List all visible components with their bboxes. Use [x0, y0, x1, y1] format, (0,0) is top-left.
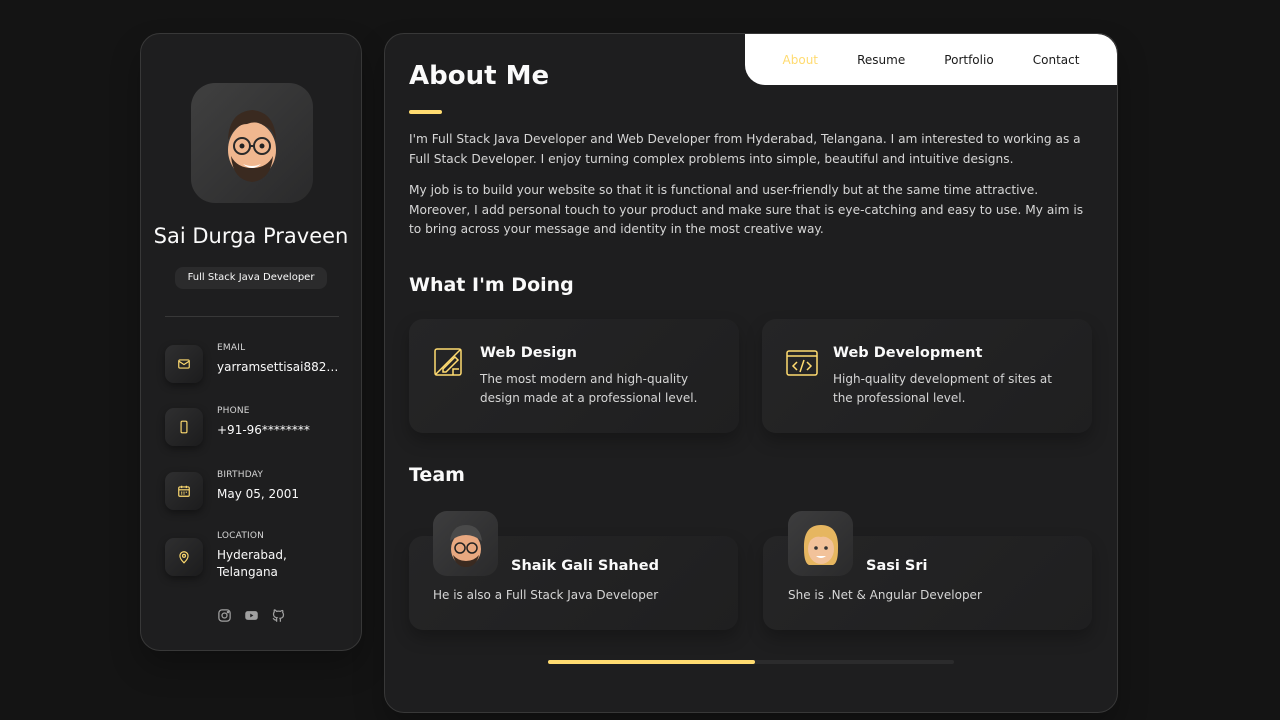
profile-sidebar: Sai Durga Praveen Full Stack Java Develo… — [140, 33, 362, 651]
nav-portfolio[interactable]: Portfolio — [936, 53, 1001, 67]
nav-about[interactable]: About — [775, 53, 826, 67]
service-text: The most modern and high-quality design … — [480, 372, 698, 405]
memoji-avatar — [803, 524, 838, 565]
service-card-web-development: Web Development High-quality development… — [762, 319, 1092, 433]
code-window-icon — [786, 350, 818, 376]
contact-email-label: Email — [217, 343, 246, 353]
phone-icon — [165, 408, 203, 446]
contact-location-label: Location — [217, 531, 265, 541]
section-heading-team: Team — [409, 464, 465, 486]
social-links — [141, 608, 361, 623]
contact-email-value[interactable]: yarramsettisai882@... — [217, 359, 345, 376]
contact-location: Location Hyderabad, Telangana — [165, 531, 355, 579]
location-icon — [165, 538, 203, 576]
team-avatar — [433, 511, 498, 576]
contact-birthday: Birthday May 05, 2001 — [165, 470, 355, 510]
memoji-avatar — [449, 524, 482, 567]
design-icon — [434, 348, 462, 376]
service-text: High-quality development of sites at the… — [833, 372, 1052, 405]
contact-location-value: Hyderabad, Telangana — [217, 548, 287, 579]
contact-email: Email yarramsettisai882@... — [165, 343, 355, 383]
service-title: Web Design — [480, 345, 577, 361]
team-member-role: He is also a Full Stack Java Developer — [433, 588, 659, 602]
contact-phone: Phone +91-96******** — [165, 406, 355, 446]
sidebar-separator — [165, 316, 339, 317]
main-article: About Resume Portfolio Contact About Me … — [384, 33, 1118, 713]
team-member-role: She is .Net & Angular Developer — [788, 588, 982, 602]
service-title: Web Development — [833, 345, 983, 361]
contact-phone-value[interactable]: +91-96******** — [217, 422, 345, 439]
mail-icon — [165, 345, 203, 383]
github-icon[interactable] — [271, 608, 286, 623]
page-title: About Me — [409, 61, 550, 91]
contact-birthday-label: Birthday — [217, 470, 264, 480]
instagram-icon[interactable] — [217, 608, 232, 623]
contact-birthday-value: May 05, 2001 — [217, 487, 300, 501]
top-navbar: About Resume Portfolio Contact — [745, 34, 1117, 85]
nav-contact[interactable]: Contact — [1025, 53, 1088, 67]
memoji-avatar — [228, 110, 276, 182]
team-member-name: Sasi Sri — [866, 558, 928, 574]
about-paragraph-1: I'm Full Stack Java Developer and Web De… — [409, 132, 1081, 166]
section-heading-doing: What I'm Doing — [409, 274, 574, 296]
scrollbar-thumb[interactable] — [548, 660, 756, 664]
service-card-web-design: Web Design The most modern and high-qual… — [409, 319, 739, 433]
about-paragraph-2: My job is to build your website so that … — [409, 183, 1084, 236]
team-member-name: Shaik Gali Shahed — [511, 558, 659, 574]
contact-phone-label: Phone — [217, 406, 250, 416]
title-underline — [409, 110, 442, 114]
calendar-icon — [165, 472, 203, 510]
nav-resume[interactable]: Resume — [849, 53, 913, 67]
profile-name: Sai Durga Praveen — [153, 224, 349, 248]
youtube-icon[interactable] — [244, 608, 259, 623]
horizontal-scrollbar[interactable] — [548, 660, 954, 664]
team-avatar — [788, 511, 853, 576]
avatar — [191, 83, 313, 203]
profile-title-badge: Full Stack Java Developer — [175, 267, 327, 289]
